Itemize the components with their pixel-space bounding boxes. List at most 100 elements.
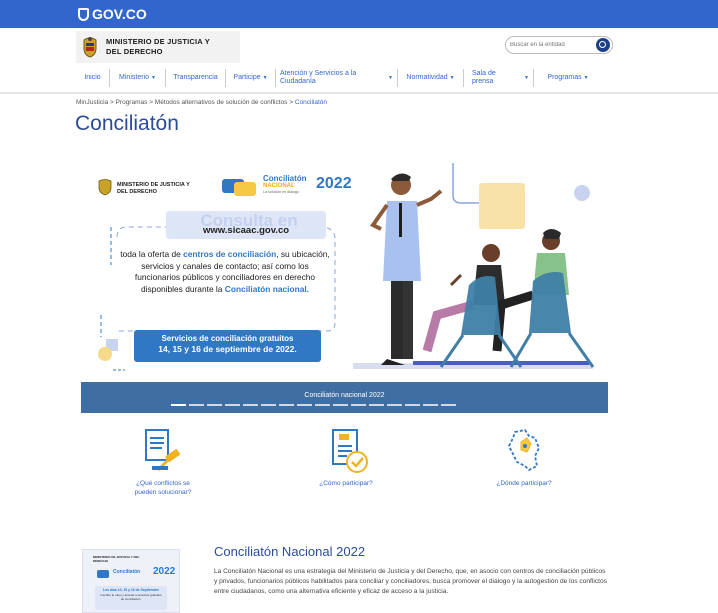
carousel-next-icon[interactable]: › xyxy=(568,280,572,294)
caret-down-icon: ▼ xyxy=(524,75,529,81)
carousel-dot[interactable] xyxy=(243,404,258,406)
colombia-map-icon xyxy=(507,428,540,472)
feature-label-line: ¿Dónde participar? xyxy=(496,480,552,487)
nav-label: Inicio xyxy=(84,74,101,81)
carousel-dot[interactable] xyxy=(261,404,276,406)
caret-down-icon: ▼ xyxy=(449,75,455,81)
feature-como-participar[interactable]: ¿Cómo participar? xyxy=(291,426,401,488)
thumb-logo-bubbles xyxy=(97,570,109,578)
feature-label: ¿Qué conflictos se pueden solucionar? xyxy=(108,479,218,497)
ministry-name-line1: MINISTERIO DE JUSTICIA Y xyxy=(106,37,210,46)
banner-ministry-line1: MINISTERIO DE JUSTICIA Y xyxy=(117,182,190,188)
feature-label-line: ¿Cómo participar? xyxy=(319,480,373,487)
search-icon[interactable] xyxy=(596,38,610,52)
event-tagline: La solución en diálogo xyxy=(263,190,299,194)
page-title: Conciliatón xyxy=(75,112,179,135)
breadcrumb-current: Conciliatón xyxy=(294,99,327,106)
nav-label: Transparencia xyxy=(173,74,218,81)
ministry-name-line2: DEL DERECHO xyxy=(106,47,163,56)
site-header: MINISTERIO DE JUSTICIA Y DEL DERECHO xyxy=(0,28,718,64)
breadcrumb-separator: > xyxy=(109,99,114,106)
nav-item-normatividad[interactable]: Normatividad ▼ xyxy=(398,69,464,87)
carousel-dot[interactable] xyxy=(441,404,456,406)
ministry-name: MINISTERIO DE JUSTICIA Y DEL DERECHO xyxy=(106,37,210,57)
carousel-dot[interactable] xyxy=(351,404,366,406)
sicaac-url: www.sicaac.gov.co xyxy=(202,225,290,236)
nav-item-transparencia[interactable]: Transparencia xyxy=(166,69,226,87)
banner-cta: Servicios de conciliación gratuitos 14, … xyxy=(134,333,321,355)
nav-item-programas[interactable]: Programas ▼ xyxy=(534,69,602,87)
gov-co-logo[interactable]: GOV.CO xyxy=(78,6,147,22)
feature-label: ¿Dónde participar? xyxy=(469,479,579,488)
carousel-dot[interactable] xyxy=(387,404,402,406)
document-check-icon xyxy=(332,429,368,473)
thumb-desc: Inscribe tu caso y accede a servicios gr… xyxy=(100,593,162,601)
nav-label: Participe xyxy=(233,74,261,81)
nav-label: Sala de prensa xyxy=(472,70,496,85)
thumb-dates-box: Los días 14, 15 y 16 de Septiembre Inscr… xyxy=(95,586,167,610)
caret-down-icon: ▼ xyxy=(151,75,156,81)
feature-label: ¿Cómo participar? xyxy=(291,479,401,488)
banner-body-text: toda la oferta de xyxy=(120,249,184,259)
caret-down-icon: ▼ xyxy=(262,75,268,81)
nav-label: Programas xyxy=(547,74,582,81)
thumb-ministry: MINISTERIO DE JUSTICIA Y DEL DERECHO xyxy=(93,555,140,563)
feature-label-line: ¿Qué conflictos se xyxy=(136,480,190,487)
banner-body-bold: Conciliatón nacional. xyxy=(224,283,310,294)
event-name: Conciliatón xyxy=(263,174,307,183)
feature-que-conflictos[interactable]: ¿Qué conflictos se pueden solucionar? xyxy=(108,426,218,497)
feature-label-line: pueden solucionar? xyxy=(134,489,192,496)
cta-line1: Servicios de conciliación gratuitos xyxy=(161,334,294,343)
search-box xyxy=(505,36,613,54)
hero-banner[interactable]: MINISTERIO DE JUSTICIA Y DEL DERECHO Con… xyxy=(81,155,608,413)
coat-of-arms-icon xyxy=(83,37,97,58)
carousel-dot[interactable] xyxy=(423,404,438,406)
nav-label: Atención y Servicios a la Ciudadanía xyxy=(280,70,357,85)
carousel-caption: Conciliatón nacional 2022 xyxy=(81,382,608,413)
banner-body: toda la oferta de centros de conciliació… xyxy=(119,249,331,295)
nav-item-participe[interactable]: Participe ▼ xyxy=(226,69,276,87)
caret-down-icon: ▼ xyxy=(388,75,393,81)
cta-line2: 14, 15 y 16 de septiembre de 2022. xyxy=(158,344,297,354)
carousel-dot[interactable] xyxy=(189,404,204,406)
news-title[interactable]: Conciliatón Nacional 2022 xyxy=(214,544,365,559)
carousel-dot[interactable] xyxy=(315,404,330,406)
carousel-indicators xyxy=(171,404,456,406)
carousel-dot[interactable] xyxy=(207,404,222,406)
gov-co-text: GOV.CO xyxy=(92,6,147,22)
thumb-event: Conciliatón xyxy=(113,569,141,575)
feature-donde-participar[interactable]: ¿Dónde participar? xyxy=(469,426,579,488)
gavel-document-icon xyxy=(145,429,181,472)
carousel-dot[interactable] xyxy=(171,404,186,406)
carousel-dot[interactable] xyxy=(297,404,312,406)
nav-item-inicio[interactable]: Inicio xyxy=(76,69,110,87)
news-body: La Conciliatón Nacional es una estrategi… xyxy=(214,568,607,595)
thumb-year: 2022 xyxy=(153,566,176,577)
carousel-dot[interactable] xyxy=(405,404,420,406)
thumb-dates: Los días 14, 15 y 16 de Septiembre xyxy=(103,588,159,592)
banner-body-bold: centros de conciliación xyxy=(183,249,277,259)
carousel-dot[interactable] xyxy=(333,404,348,406)
gov-shield-icon xyxy=(78,7,89,21)
breadcrumb-separator: > xyxy=(149,99,153,106)
carousel-dot[interactable] xyxy=(279,404,294,406)
breadcrumb: MinJusticia > Programas > Métodos altern… xyxy=(76,99,327,106)
nav-item-atencion[interactable]: Atención y Servicios a la Ciudadanía ▼ xyxy=(276,69,398,87)
ministry-logo[interactable]: MINISTERIO DE JUSTICIA Y DEL DERECHO xyxy=(76,31,240,63)
banner-ministry-line2: DEL DERECHO xyxy=(117,189,157,195)
carousel-dot[interactable] xyxy=(369,404,384,406)
header-divider xyxy=(0,92,718,94)
breadcrumb-item[interactable]: MinJusticia xyxy=(76,99,108,106)
nav-label: Normatividad xyxy=(406,74,448,81)
search-input[interactable] xyxy=(510,39,592,51)
nav-item-sala-prensa[interactable]: Sala de prensa ▼ xyxy=(464,69,534,87)
event-year: 2022 xyxy=(316,175,352,192)
carousel-dot[interactable] xyxy=(225,404,240,406)
breadcrumb-item[interactable]: Programas xyxy=(116,99,148,106)
nav-item-ministerio[interactable]: Ministerio ▼ xyxy=(110,69,166,87)
news-thumbnail[interactable]: MINISTERIO DE JUSTICIA Y DEL DERECHO Con… xyxy=(82,549,180,613)
carousel-caption-text: Conciliatón nacional 2022 xyxy=(304,392,385,399)
nav-label: Ministerio xyxy=(119,74,149,81)
event-logo: Conciliatón NACIONAL La solución en diál… xyxy=(263,175,307,195)
breadcrumb-item[interactable]: Métodos alternativos de solución de conf… xyxy=(155,99,288,106)
